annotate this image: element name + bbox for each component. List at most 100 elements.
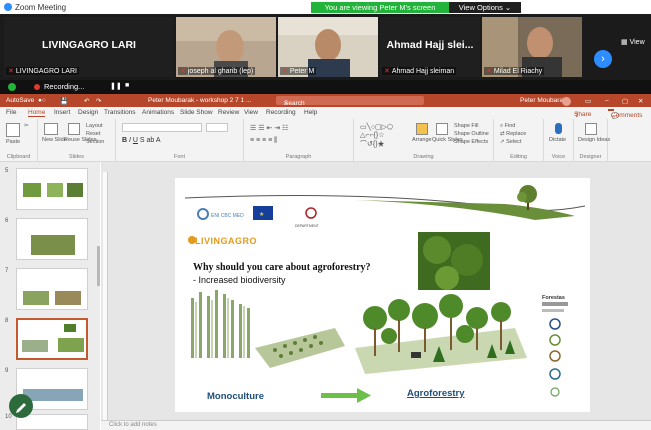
close-icon[interactable]: ✕ xyxy=(638,97,643,105)
tab-home[interactable]: Home xyxy=(28,109,46,117)
font-size-box[interactable] xyxy=(206,123,228,132)
livingagro-logo-text: LIVINGAGRO xyxy=(195,236,258,246)
ppt-title-bar: AutoSave ●○ 💾 ↶ ↷ Peter Moubarak - works… xyxy=(0,94,651,107)
view-options-button[interactable]: View Options ⌄ xyxy=(449,2,521,13)
undo-icon[interactable]: ↶ xyxy=(84,97,89,105)
monoculture-label[interactable]: Monoculture xyxy=(207,391,264,402)
slide-number: 9 xyxy=(5,368,9,374)
user-name: Peter Moubarak xyxy=(520,97,567,104)
recording-indicator: Recording... xyxy=(34,82,84,91)
svg-text:DEPARTMENT: DEPARTMENT xyxy=(295,224,320,228)
tab-insert[interactable]: Insert xyxy=(54,109,70,116)
slide-thumbnail[interactable] xyxy=(16,168,88,210)
next-page-icon[interactable]: › xyxy=(594,50,612,68)
font-name-box[interactable] xyxy=(122,123,202,132)
tile-caption: ✕ Milad El Riachy xyxy=(484,67,545,75)
maximize-icon[interactable]: ▢ xyxy=(622,97,628,105)
replace-icon: ⇄ xyxy=(500,131,505,137)
group-label: Slides xyxy=(69,154,84,160)
reset-button[interactable]: Reset xyxy=(86,131,100,137)
new-slide-icon[interactable] xyxy=(44,123,58,135)
pen-icon xyxy=(16,403,26,413)
minimize-icon[interactable]: – xyxy=(605,97,609,104)
muted-mic-icon: ✕ xyxy=(8,68,14,75)
video-tile-2[interactable]: ✕ joseph al gharib (lep) xyxy=(176,17,276,77)
muted-mic-icon: ✕ xyxy=(180,68,186,75)
tab-view[interactable]: View xyxy=(244,109,258,116)
agroforestry-label[interactable]: Agroforestry xyxy=(407,388,465,399)
tab-design[interactable]: Design xyxy=(78,109,98,116)
tab-review[interactable]: Review xyxy=(218,109,239,116)
tab-transitions[interactable]: Transitions xyxy=(104,109,136,116)
slide-thumbnails-pane: 5 6 7 8 9 10 xyxy=(0,162,100,430)
align-icons[interactable]: ≡ ≡ ≡ ≡ ⫼ xyxy=(250,137,277,145)
chevron-down-icon: ⌄ xyxy=(504,3,512,12)
tab-recording[interactable]: Recording xyxy=(266,109,296,116)
list-icons[interactable]: ☰ ☰ ⇤ ⇥ ☷ xyxy=(250,124,288,132)
video-tile-3[interactable]: ✕ Peter M xyxy=(278,17,378,77)
paragraph-group: ☰ ☰ ⇤ ⇥ ☷ ≡ ≡ ≡ ≡ ⫼ Paragraph xyxy=(244,119,354,162)
zoom-window-title: Zoom Meeting xyxy=(15,2,67,12)
avatar[interactable] xyxy=(562,97,571,106)
microphone-icon[interactable] xyxy=(555,123,562,134)
group-label: Font xyxy=(173,154,185,160)
shape-fill-button[interactable]: Shape Fill xyxy=(454,123,478,129)
search-icon: ⌕ xyxy=(500,123,504,129)
group-label: Drawing xyxy=(413,154,434,160)
forestas-label: Forestas xyxy=(542,295,565,301)
shape-outline-button[interactable]: Shape Outline xyxy=(454,131,489,137)
redo-icon[interactable]: ↷ xyxy=(96,97,101,105)
toggle-icon[interactable]: ●○ xyxy=(38,97,46,104)
video-tile-5[interactable]: ✕ Milad El Riachy xyxy=(482,17,582,77)
tab-animations[interactable]: Animations xyxy=(142,109,174,116)
slide-thumbnail[interactable] xyxy=(16,218,88,260)
arrange-icon[interactable] xyxy=(416,123,428,135)
shape-effects-button[interactable]: Shape Effects xyxy=(454,139,488,145)
layout-button[interactable]: Layout xyxy=(86,123,103,129)
save-icon[interactable]: 💾 xyxy=(60,97,68,105)
shapes-gallery-icon[interactable]: ▭╲○▢▷⬠ △⌐⌐{}☆ ⌒↺{}★ xyxy=(360,123,393,149)
section-button[interactable]: Section xyxy=(86,139,104,145)
view-button[interactable]: ▦ View xyxy=(621,38,645,46)
slide-title[interactable]: Why should you care about agroforestry? xyxy=(193,262,371,273)
scrollbar[interactable] xyxy=(97,246,100,286)
design-ideas-label: Design Ideas xyxy=(578,137,611,143)
search-box[interactable]: ⌕ Search xyxy=(276,96,424,107)
slide-canvas[interactable]: ENI CBC MED ★ DEPARTMENT LIVINGAGRO Why … xyxy=(175,178,590,412)
slide-bullet[interactable]: - Increased biodiversity xyxy=(193,275,286,285)
participant-name: Ahmad Hajj slei... xyxy=(386,39,474,51)
slide-number: 7 xyxy=(5,268,9,274)
clipboard-group: Paste ✂ Clipboard xyxy=(0,119,38,162)
video-tile-4[interactable]: Ahmad Hajj slei... ✕ Ahmad Hajj sleiman xyxy=(380,17,480,77)
pause-recording-icon[interactable]: ❚❚ xyxy=(110,82,122,90)
viewing-banner: You are viewing Peter M's screen xyxy=(311,2,449,13)
tile-caption: ✕ Ahmad Hajj sleiman xyxy=(382,67,457,75)
autosave-label[interactable]: AutoSave xyxy=(6,97,34,104)
screen: Zoom Meeting You are viewing Peter M's s… xyxy=(0,0,651,430)
slide-thumbnail[interactable] xyxy=(16,268,88,310)
slides-group: New Slide Reuse Slides Layout Reset Sect… xyxy=(38,119,116,162)
tab-slide-show[interactable]: Slide Show xyxy=(180,109,213,116)
comments-button[interactable]: 💬 Comments xyxy=(608,109,642,120)
muted-mic-icon: ✕ xyxy=(384,68,390,75)
video-tile-1[interactable]: LIVINGAGRO LARI ✕ LIVINGAGRO LARI xyxy=(4,17,174,77)
group-label: Paragraph xyxy=(285,154,312,160)
tab-file[interactable]: File xyxy=(6,109,16,116)
annotate-pen-button[interactable] xyxy=(9,394,33,418)
slide-thumbnail-selected[interactable] xyxy=(16,318,88,360)
video-gallery: LIVINGAGRO LARI ✕ LIVINGAGRO LARI ✕ joseph… xyxy=(0,14,651,80)
paste-icon[interactable] xyxy=(6,123,20,137)
notes-pane[interactable]: Click to add notes xyxy=(101,420,651,430)
ribbon-display-icon[interactable]: ▭ xyxy=(585,97,591,105)
design-ideas-icon[interactable] xyxy=(585,123,597,135)
tab-help[interactable]: Help xyxy=(304,109,317,116)
select-button[interactable]: ➚ Select xyxy=(500,139,521,145)
slide-number: 5 xyxy=(5,168,9,174)
font-format-icons[interactable]: B I U S ab A xyxy=(122,137,161,144)
quick-styles-icon[interactable] xyxy=(436,123,448,135)
stop-recording-icon[interactable]: ■ xyxy=(125,82,129,89)
replace-button[interactable]: ⇄ Replace xyxy=(500,131,526,137)
cut-icon[interactable]: ✂ xyxy=(24,123,29,129)
find-button[interactable]: ⌕ Find xyxy=(500,123,515,130)
reuse-slides-icon[interactable] xyxy=(68,123,80,135)
